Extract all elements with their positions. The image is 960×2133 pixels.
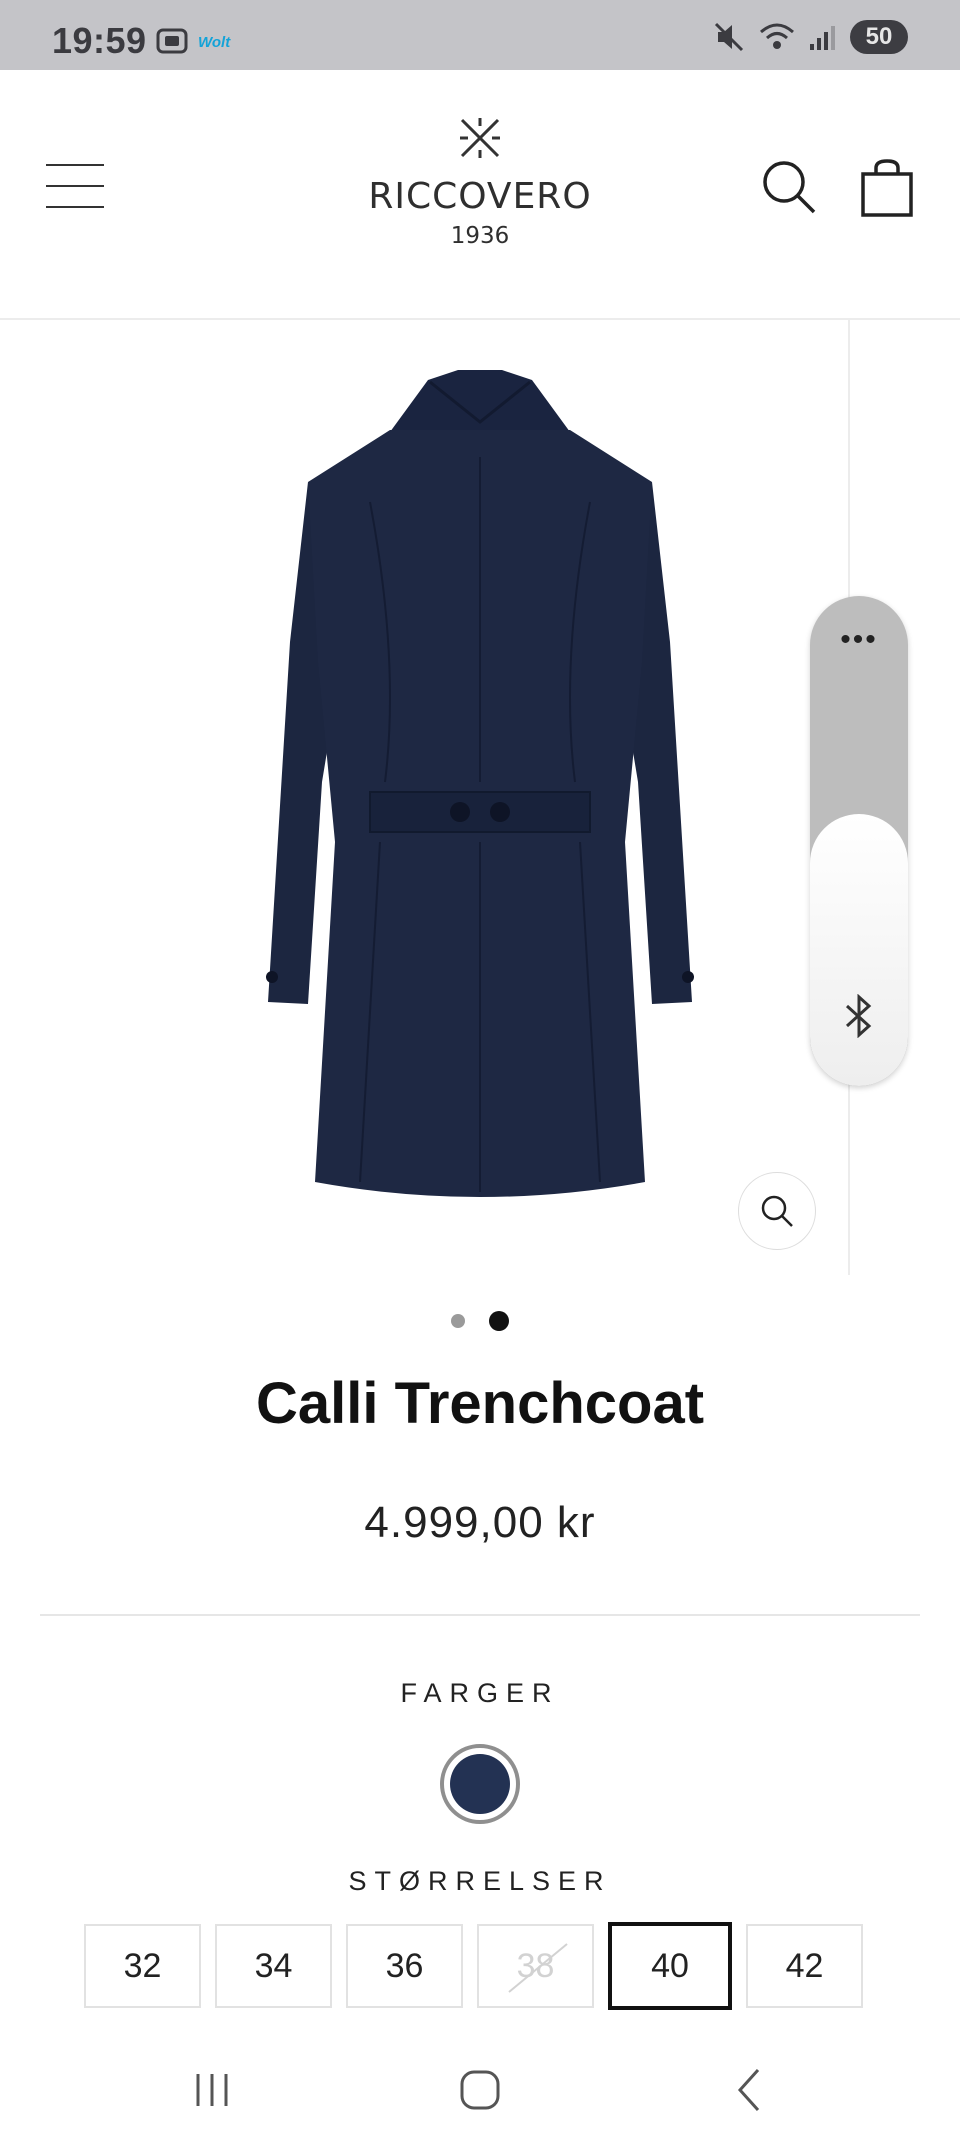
strikethrough-icon bbox=[508, 1943, 568, 1993]
colors-label: FARGER bbox=[400, 1678, 560, 1708]
carousel-dot-2[interactable] bbox=[489, 1311, 509, 1331]
mute-icon bbox=[714, 22, 744, 52]
brand-year: 1936 bbox=[450, 223, 510, 249]
product-image bbox=[266, 370, 694, 1197]
sizes-label: STØRRELSER bbox=[348, 1866, 612, 1896]
size-option-38-unavailable[interactable]: 38 bbox=[477, 1924, 594, 2008]
home-button[interactable] bbox=[440, 2060, 520, 2120]
screenshot-app-icon bbox=[156, 28, 188, 54]
battery-indicator: 50 bbox=[850, 20, 908, 54]
size-option-32[interactable]: 32 bbox=[84, 1924, 201, 2008]
signal-icon bbox=[810, 26, 835, 50]
more-dots-icon[interactable]: ••• bbox=[810, 625, 908, 655]
shopping-bag-icon bbox=[861, 159, 913, 217]
menu-icon-line bbox=[46, 206, 104, 208]
wolt-notification-label: Wolt bbox=[198, 34, 231, 51]
hamburger-menu-button[interactable] bbox=[46, 164, 104, 210]
back-icon bbox=[737, 2068, 760, 2112]
search-icon bbox=[763, 161, 816, 214]
status-time: 19:59 bbox=[52, 20, 147, 61]
site-header: RICCOVERO 1936 bbox=[0, 70, 960, 320]
shopping-bag-button[interactable] bbox=[860, 158, 914, 218]
color-swatch-fill bbox=[450, 1754, 510, 1814]
color-swatch-navy[interactable] bbox=[440, 1744, 520, 1824]
size-option-40-selected[interactable]: 40 bbox=[608, 1922, 732, 2010]
brand-name: RICCOVERO bbox=[368, 176, 592, 217]
product-image-gallery[interactable] bbox=[0, 320, 850, 1275]
recent-apps-icon bbox=[196, 2074, 228, 2106]
product-price: 4.999,00 kr bbox=[364, 1498, 596, 1547]
zoom-icon bbox=[761, 1195, 793, 1227]
system-navigation-bar bbox=[0, 2040, 960, 2133]
menu-icon-line bbox=[46, 185, 104, 187]
size-selector: 32 34 36 38 40 42 bbox=[84, 1922, 863, 2010]
logo-mark-icon bbox=[460, 118, 500, 158]
edge-panel[interactable]: ••• bbox=[810, 596, 908, 1086]
wifi-icon bbox=[760, 23, 794, 49]
search-button[interactable] bbox=[760, 158, 818, 216]
edge-panel-handle[interactable] bbox=[810, 814, 908, 1086]
size-option-42[interactable]: 42 bbox=[746, 1924, 863, 2008]
zoom-button[interactable] bbox=[738, 1172, 816, 1250]
bluetooth-icon bbox=[845, 994, 872, 1038]
size-option-36[interactable]: 36 bbox=[346, 1924, 463, 2008]
menu-icon-line bbox=[46, 164, 104, 166]
recent-apps-button[interactable] bbox=[172, 2060, 252, 2120]
status-indicators: 50 bbox=[712, 20, 908, 54]
back-button[interactable] bbox=[710, 2060, 790, 2120]
carousel-dot-1[interactable] bbox=[451, 1314, 465, 1328]
divider bbox=[40, 1614, 920, 1616]
brand-logo[interactable]: RICCOVERO 1936 bbox=[330, 116, 630, 249]
home-icon bbox=[460, 2070, 500, 2110]
product-title: Calli Trenchcoat bbox=[255, 1371, 705, 1436]
carousel-dots bbox=[0, 1310, 960, 1331]
size-option-34[interactable]: 34 bbox=[215, 1924, 332, 2008]
status-bar: 19:59 Wolt 50 bbox=[0, 0, 960, 70]
